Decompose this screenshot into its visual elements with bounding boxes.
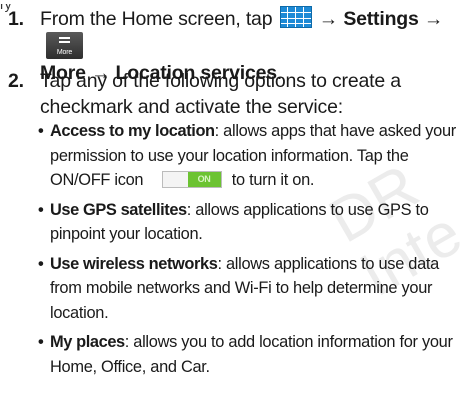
bullet: • bbox=[38, 333, 44, 351]
on-off-toggle-icon: ON bbox=[161, 171, 222, 188]
list-item: • My places: allows you to add location … bbox=[38, 330, 470, 379]
more-icon: More bbox=[46, 32, 83, 59]
option-description-end: to turn it on. bbox=[231, 171, 315, 189]
step-number: 1. bbox=[8, 8, 24, 30]
bullet: • bbox=[38, 254, 44, 273]
option-title: Access to my location bbox=[50, 122, 215, 140]
settings-label: Settings bbox=[343, 8, 419, 30]
bullet: • bbox=[38, 200, 44, 219]
list-item: • Use GPS satellites: allows application… bbox=[38, 198, 470, 247]
list-item: • Use wireless networks: allows applicat… bbox=[38, 252, 470, 326]
step-1-intro: From the Home screen, tap bbox=[40, 8, 273, 30]
option-title: Use wireless networks bbox=[50, 254, 218, 273]
apps-grid-icon bbox=[279, 6, 312, 28]
arrow-2: → bbox=[423, 8, 444, 30]
option-title: My places bbox=[50, 333, 125, 351]
menu-lines-glyph bbox=[59, 37, 70, 43]
option-title: Use GPS satellites bbox=[50, 200, 187, 219]
more-icon-label: More bbox=[56, 49, 73, 56]
bullet: • bbox=[38, 122, 44, 140]
arrow-1: → bbox=[318, 8, 339, 30]
options-list: • Access to my location: allows apps tha… bbox=[38, 119, 470, 384]
step-2-text: Tap any of the following options to crea… bbox=[40, 70, 401, 118]
list-item: • Access to my location: allows apps tha… bbox=[38, 119, 470, 193]
step-number: 2. bbox=[8, 70, 24, 92]
toggle-on-label: ON bbox=[187, 172, 221, 187]
